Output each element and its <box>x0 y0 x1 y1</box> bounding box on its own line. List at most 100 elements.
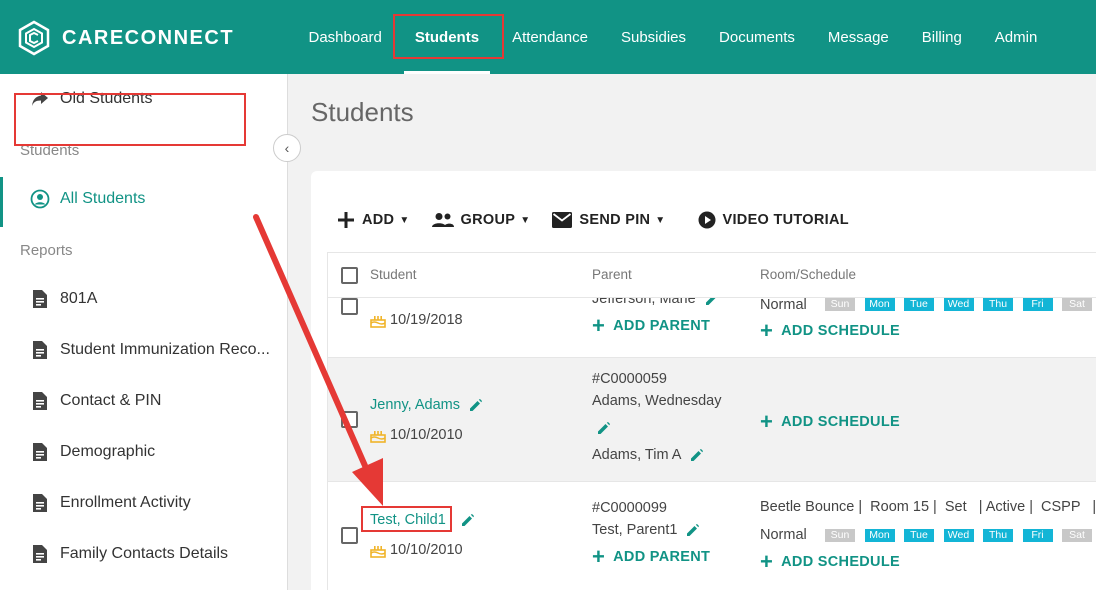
sidebar-collapse-button[interactable]: ‹ <box>273 134 301 162</box>
sidebar-item-label: Student Immunization Reco... <box>60 341 270 358</box>
sidebar: Old Students Students All Students Repor… <box>0 74 288 590</box>
nav-students[interactable]: Students <box>398 0 495 74</box>
nav-dashboard[interactable]: Dashboard <box>292 0 398 74</box>
add-schedule-button[interactable]: + ADD SCHEDULE <box>760 549 900 574</box>
pencil-icon[interactable] <box>690 449 703 462</box>
pencil-icon[interactable] <box>470 399 483 412</box>
day-wed: Wed <box>943 298 974 311</box>
sidebar-item-contact-pin[interactable]: Contact & PIN <box>0 379 287 423</box>
email-icon <box>552 212 573 228</box>
document-icon <box>30 442 50 462</box>
student-dob: 10/10/2010 <box>370 542 463 558</box>
document-icon <box>30 544 50 564</box>
day-sat: Sat <box>1062 529 1092 542</box>
group-button[interactable]: GROUP ▼ <box>431 212 531 228</box>
schedule-type: Normal <box>760 298 807 313</box>
parent-name[interactable]: Adams, Wednesday <box>592 393 722 409</box>
sidebar-item-family-contacts[interactable]: Family Contacts Details <box>0 532 287 576</box>
schedule-type: Normal <box>760 527 807 543</box>
day-wed: Wed <box>943 529 974 542</box>
add-button[interactable]: ADD ▼ <box>337 211 410 229</box>
caret-down-icon: ▼ <box>520 214 531 226</box>
plus-icon: + <box>760 549 774 574</box>
plus-icon: + <box>592 544 606 569</box>
caret-down-icon: ▼ <box>655 214 666 226</box>
play-circle-icon <box>698 211 715 229</box>
nav-message[interactable]: Message <box>811 0 905 74</box>
student-name-link[interactable]: Test, Child1 <box>370 512 474 528</box>
nav-documents[interactable]: Documents <box>703 0 812 74</box>
sidebar-item-immunization[interactable]: Student Immunization Reco... <box>0 328 287 372</box>
video-tutorial-button[interactable]: VIDEO TUTORIAL <box>698 211 849 229</box>
sidebar-item-label: 801A <box>60 290 98 307</box>
table-row[interactable]: Jenny, Adams 10/10/2010 #C0000059 Adams,… <box>327 358 1096 482</box>
nav-attendance[interactable]: Attendance <box>496 0 605 74</box>
student-name-link[interactable]: Jenny, Adams <box>370 397 483 413</box>
page-title: Students <box>311 97 414 127</box>
day-fri: Fri <box>1022 298 1053 311</box>
group-icon <box>431 213 454 227</box>
day-thu: Thu <box>983 529 1013 542</box>
schedule-days: Sun Mon Tue Wed Thu Fri Sat <box>825 298 1096 311</box>
row-checkbox[interactable] <box>341 411 358 428</box>
nav-billing[interactable]: Billing <box>905 0 978 74</box>
table-row[interactable]: 10/19/2018 Jefferson, Marie + ADD PARENT … <box>327 298 1096 358</box>
table-row[interactable]: Test, Child1 10/10/2010 #C0000099 Test, … <box>327 482 1096 590</box>
parent-name[interactable]: Jefferson, Marie <box>592 298 718 307</box>
row-checkbox[interactable] <box>341 298 358 315</box>
main-nav: Dashboard Students Attendance Subsidies … <box>292 0 1054 74</box>
add-parent-button[interactable]: + ADD PARENT <box>592 544 710 569</box>
pencil-icon[interactable] <box>598 422 610 434</box>
pencil-icon[interactable] <box>687 524 700 537</box>
student-dob: 10/10/2010 <box>370 427 463 443</box>
sidebar-item-label: Enrollment Activity <box>60 494 191 511</box>
parent-id: #C0000059 <box>592 371 667 387</box>
sidebar-section-students: Students <box>20 142 80 159</box>
birthday-cake-icon <box>370 545 386 558</box>
sidebar-item-label: All Students <box>60 190 146 207</box>
sidebar-section-reports: Reports <box>20 242 73 259</box>
nav-admin[interactable]: Admin <box>978 0 1054 74</box>
document-icon <box>30 391 50 411</box>
chevron-left-icon: ‹ <box>284 140 290 156</box>
document-icon <box>30 289 50 309</box>
pencil-icon[interactable] <box>461 514 474 527</box>
row-checkbox[interactable] <box>341 527 358 544</box>
table-header: Student Parent Room/Schedule <box>327 252 1096 298</box>
sidebar-item-label: Contact & PIN <box>60 392 162 409</box>
nav-subsidies[interactable]: Subsidies <box>604 0 702 74</box>
add-schedule-button[interactable]: + ADD SCHEDULE <box>760 411 900 433</box>
user-circle-icon <box>30 189 50 209</box>
column-header-room: Room/Schedule <box>760 267 857 282</box>
add-schedule-button[interactable]: + ADD SCHEDULE <box>760 318 900 343</box>
sidebar-item-801a[interactable]: 801A <box>0 277 287 321</box>
careconnect-logo-icon <box>18 20 50 56</box>
day-tue: Tue <box>904 298 934 311</box>
plus-icon: + <box>592 313 606 338</box>
select-all-checkbox[interactable] <box>341 267 358 284</box>
student-dob: 10/19/2018 <box>370 312 463 328</box>
parent-name[interactable]: Test, Parent1 <box>592 522 700 538</box>
day-mon: Mon <box>864 529 895 542</box>
sidebar-item-old-students[interactable]: Old Students <box>0 77 287 121</box>
sidebar-item-all-students[interactable]: All Students <box>0 177 287 227</box>
document-icon <box>30 340 50 360</box>
top-bar: CARECONNECT Dashboard Students Attendanc… <box>0 0 1096 74</box>
toolbar: ADD ▼ GROUP ▼ SEND PIN ▼ VIDEO TUTORIAL <box>337 206 871 234</box>
document-icon <box>30 493 50 513</box>
send-pin-button[interactable]: SEND PIN ▼ <box>552 212 665 228</box>
parent-name[interactable]: Adams, Tim A <box>592 447 703 463</box>
plus-icon: + <box>760 318 774 343</box>
pencil-icon[interactable] <box>705 298 718 306</box>
sidebar-item-label: Old Students <box>60 90 153 107</box>
plus-icon <box>338 212 354 228</box>
schedule-days: Sun Mon Tue Wed Thu Fri Sat <box>825 529 1096 542</box>
add-parent-button[interactable]: + ADD PARENT <box>592 313 710 338</box>
birthday-cake-icon <box>370 315 386 328</box>
day-sun: Sun <box>825 298 855 311</box>
sidebar-item-enrollment-activity[interactable]: Enrollment Activity <box>0 481 287 525</box>
brand-name: CARECONNECT <box>62 26 235 49</box>
brand-logo[interactable]: CARECONNECT <box>16 18 234 58</box>
sidebar-item-demographic[interactable]: Demographic <box>0 430 287 474</box>
sidebar-item-label: Demographic <box>60 443 156 460</box>
